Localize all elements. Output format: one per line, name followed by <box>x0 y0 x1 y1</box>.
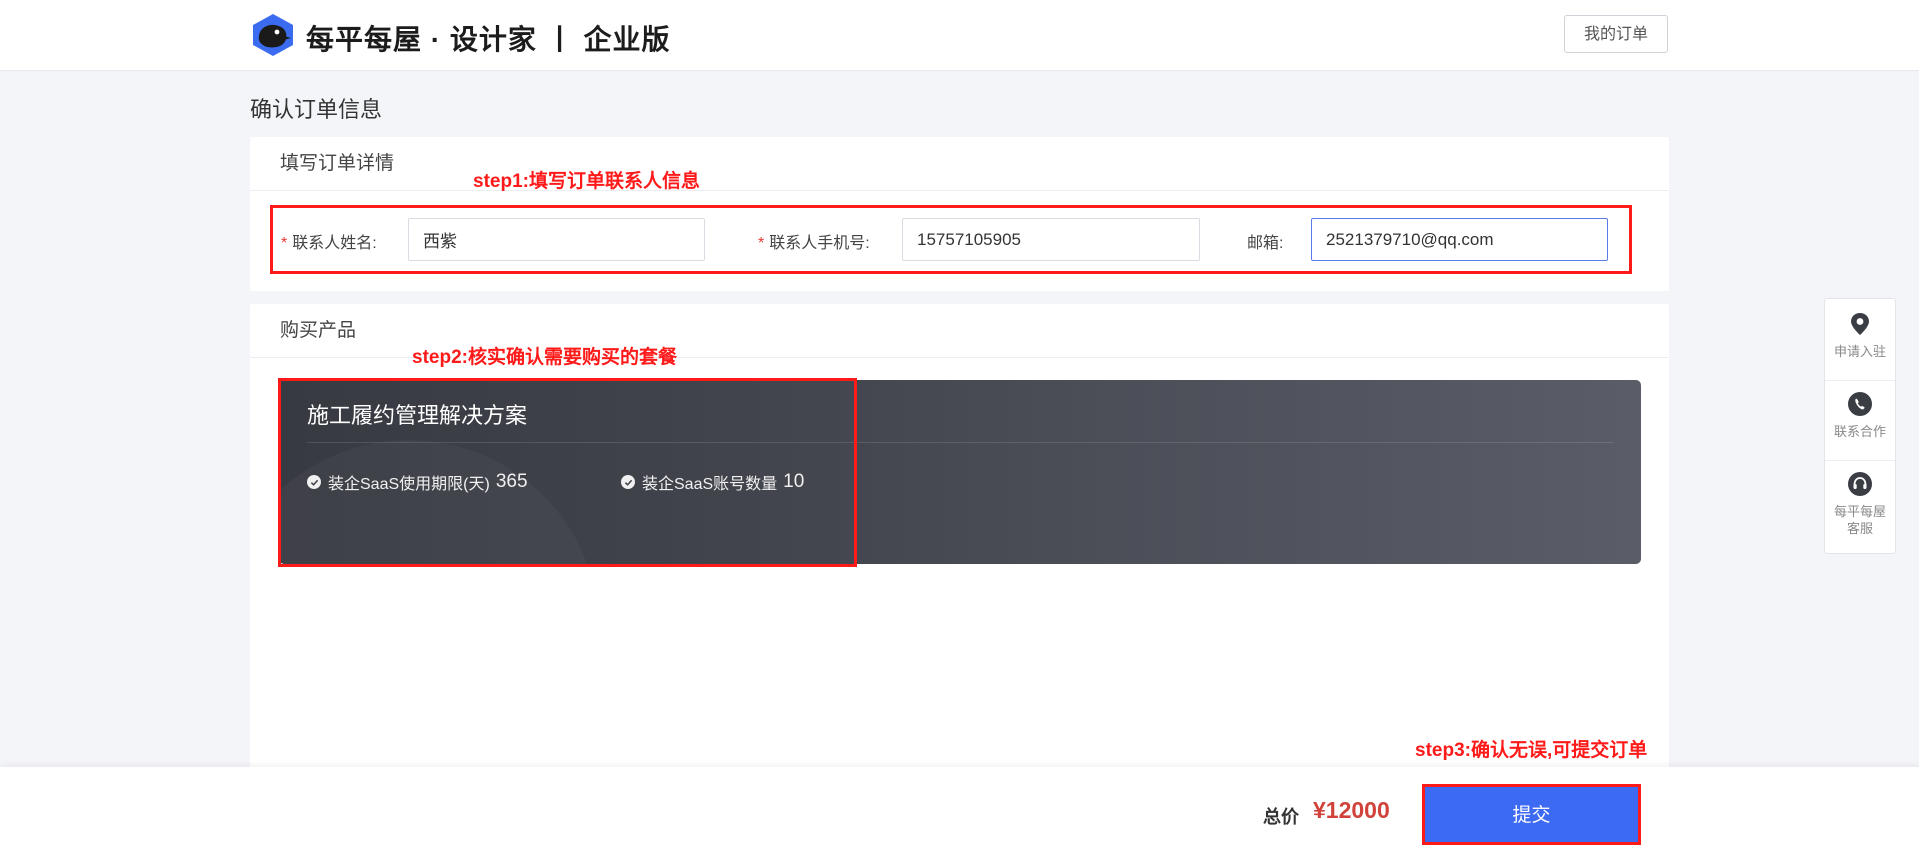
required-marker: * <box>281 235 288 252</box>
location-pin-icon <box>1851 313 1869 335</box>
decorative-circle <box>279 440 599 564</box>
feature-usage-period: 装企SaaS使用期限(天) 365 <box>307 470 528 494</box>
order-details-title: 填写订单详情 <box>250 137 1669 191</box>
total-price-label: 总价 <box>1263 807 1299 827</box>
phone-icon <box>1848 392 1872 416</box>
my-orders-button[interactable]: 我的订单 <box>1564 15 1668 53</box>
check-circle-icon <box>307 475 321 489</box>
annotation-step2: step2:核实确认需要购买的套餐 <box>412 347 677 368</box>
contact-name-input[interactable] <box>408 218 705 261</box>
side-float-panel: 申请入驻 联系合作 每平每屋 客服 <box>1824 298 1896 554</box>
headset-icon <box>1848 472 1872 496</box>
side-item-apply[interactable]: 申请入驻 <box>1825 311 1895 360</box>
top-bar: 每平每屋 · 设计家 丨 企业版 我的订单 <box>0 0 1919 71</box>
total-price-value: ¥12000 <box>1313 797 1390 823</box>
side-item-customer-service[interactable]: 每平每屋 客服 <box>1825 471 1895 537</box>
feature-account-count: 装企SaaS账号数量 10 <box>621 470 804 494</box>
contact-phone-label: * 联系人手机号: <box>758 235 870 252</box>
page-title: 确认订单信息 <box>250 97 383 122</box>
check-circle-icon <box>621 475 635 489</box>
required-marker: * <box>758 235 765 252</box>
order-details-card: 填写订单详情 <box>250 137 1669 291</box>
divider <box>307 442 1613 443</box>
email-label: 邮箱: <box>1247 235 1284 252</box>
annotation-step3: step3:确认无误,可提交订单 <box>1415 740 1648 761</box>
submit-button[interactable]: 提交 <box>1425 787 1638 842</box>
side-item-contact[interactable]: 联系合作 <box>1825 391 1895 440</box>
divider <box>1825 380 1895 381</box>
annotation-step1: step1:填写订单联系人信息 <box>473 171 700 192</box>
product-name: 施工履约管理解决方案 <box>307 403 528 428</box>
contact-name-label: * 联系人姓名: <box>281 235 377 252</box>
divider <box>1825 460 1895 461</box>
brand-logo-icon[interactable] <box>250 12 296 58</box>
email-input[interactable] <box>1311 218 1608 261</box>
contact-phone-input[interactable] <box>902 218 1200 261</box>
product-package-card[interactable]: 施工履约管理解决方案 装企SaaS使用期限(天) 365 装企SaaS账号数量 10 <box>279 380 1641 564</box>
brand-name: 每平每屋 · 设计家 丨 企业版 <box>306 24 671 55</box>
